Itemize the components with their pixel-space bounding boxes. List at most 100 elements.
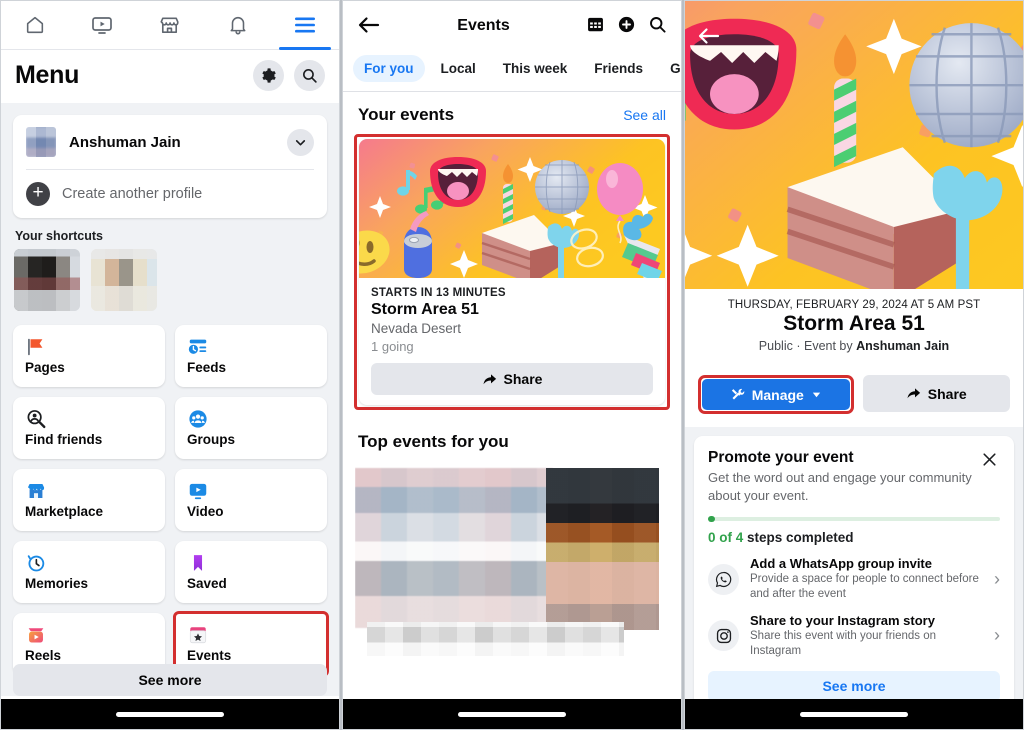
menu-tile-label: Events [187,648,232,663]
share-label: Share [927,385,967,402]
menu-tile-marketplace[interactable]: Marketplace [13,469,165,531]
event-share-button[interactable]: Share [371,363,653,395]
tab-this-week[interactable]: This week [492,55,579,82]
step-description: Share this event with your friends on In… [750,629,937,657]
menu-tile-pages[interactable]: Pages [13,325,165,387]
progress-indicator [708,516,715,523]
promote-step-whatsapp[interactable]: Add a WhatsApp group invite Provide a sp… [708,545,1000,602]
promote-header: Promote your event Get the word out and … [708,449,1000,504]
tab-local[interactable]: Local [430,55,487,82]
marketplace-icon [160,16,180,33]
video-icon [92,17,113,34]
see-more-button[interactable]: See more [13,664,327,696]
event-info: STARTS IN 13 MINUTES Storm Area 51 Nevad… [359,278,665,405]
tab-for-you[interactable]: For you [353,55,425,82]
events-search-button[interactable] [648,15,667,37]
step-title: Share to your Instagram story [750,612,935,628]
menu-tile-video[interactable]: Video [175,469,327,531]
event-card[interactable]: STARTS IN 13 MINUTES Storm Area 51 Nevad… [359,139,665,405]
pixelated-region-caption [367,622,624,656]
manage-button[interactable]: Manage [702,379,850,410]
menu-tile-memories[interactable]: Memories [13,541,165,603]
reels-icon [28,628,44,643]
shortcut-thumbnail-1[interactable] [14,249,80,311]
your-events-section-header: Your events See all [343,92,681,134]
see-all-link[interactable]: See all [623,107,666,123]
event-by-label: Event by [803,339,857,353]
bookmark-icon [193,555,203,571]
feeds-icon [188,339,207,354]
event-location: Nevada Desert [371,321,462,336]
promote-step-instagram[interactable]: Share to your Instagram story Share this… [708,602,1000,659]
menu-tile-saved[interactable]: Saved [175,541,327,603]
menu-tile-label: Memories [25,576,89,591]
events-calendar-icon [189,627,207,644]
create-profile-row[interactable]: + Create another profile [13,170,327,218]
bell-icon [230,16,246,35]
three-panel-screenshot: Menu Anshuman Jain + Create another prof… [0,0,1024,730]
back-button[interactable] [357,15,381,38]
tools-icon [731,388,744,400]
party-illustration [359,139,665,278]
top-events-pixelated-image[interactable] [355,462,669,662]
events-tabs[interactable]: For you Local This week Friends Groups O [343,51,681,92]
party-illustration-zoomed [685,1,1023,289]
event-starts-in: STARTS IN 13 MINUTES [371,287,506,299]
promote-see-more-button[interactable]: See more [708,670,1000,699]
tab-groups[interactable]: Groups [659,55,681,82]
middle-phone-events-screen: Events For you Local This week Friends G… [342,0,682,730]
nav-menu[interactable] [271,1,339,50]
event-host-name: Anshuman Jain [856,339,950,353]
event-name: Storm Area 51 [371,301,479,318]
event-privacy: Public [758,339,793,353]
home-icon [26,16,43,34]
shortcut-thumbnail-2[interactable] [91,249,157,311]
back-button[interactable] [697,26,721,49]
menu-search-button[interactable] [294,60,325,91]
whatsapp-icon [708,563,739,595]
home-indicator[interactable] [800,711,908,717]
profile-expand-button[interactable] [287,128,314,156]
nav-marketplace[interactable] [136,1,204,49]
menu-tile-groups[interactable]: Groups [175,397,327,459]
add-event-button[interactable] [617,15,636,37]
home-indicator-bar [685,699,1023,729]
events-title: Events [457,17,510,34]
calendar-button[interactable] [586,15,605,37]
event-going-count: 1 going [371,339,414,354]
manage-label: Manage [751,386,804,403]
promote-steps-text: 0 of 4 steps completed [708,530,1000,545]
menu-tile-label: Reels [25,648,62,663]
search-icon [650,17,666,33]
home-indicator[interactable] [458,711,566,717]
nav-notifications[interactable] [204,1,272,49]
tab-friends[interactable]: Friends [583,55,654,82]
see-more-label: See more [822,678,886,695]
home-indicator-bar [343,699,681,729]
avatar [26,127,56,157]
nav-video[interactable] [69,1,137,49]
find-friends-icon [27,410,46,429]
back-arrow-icon [358,16,380,33]
step-description: Provide a space for people to connect be… [750,573,979,601]
menu-tile-label: Marketplace [25,504,104,519]
home-indicator[interactable] [116,711,224,717]
event-date: THURSDAY, FEBRUARY 29, 2024 AT 5 AM PST [727,299,981,311]
nav-home[interactable] [1,1,69,49]
menu-tile-feeds[interactable]: Feeds [175,325,327,387]
event-share-button[interactable]: Share [862,375,1010,412]
share-arrow-icon [483,373,496,384]
menu-tile-label: Groups [187,432,236,447]
promote-event-card: Promote your event Get the word out and … [694,436,1014,699]
settings-button[interactable] [253,60,284,91]
menu-scroll-area[interactable]: Anshuman Jain + Create another profile Y… [1,103,339,696]
menu-tile-find-friends[interactable]: Find friends [13,397,165,459]
event-detail-cover [685,1,1023,289]
event-cover-image [359,139,665,278]
profile-row[interactable]: Anshuman Jain [13,115,327,169]
event-detail-body: THURSDAY, FEBRUARY 29, 2024 AT 5 AM PST … [685,289,1023,699]
close-promote-button[interactable] [979,449,1000,473]
close-icon [983,453,996,466]
right-phone-event-detail-screen: THURSDAY, FEBRUARY 29, 2024 AT 5 AM PST … [684,0,1024,730]
menu-tile-label: Pages [25,360,65,375]
